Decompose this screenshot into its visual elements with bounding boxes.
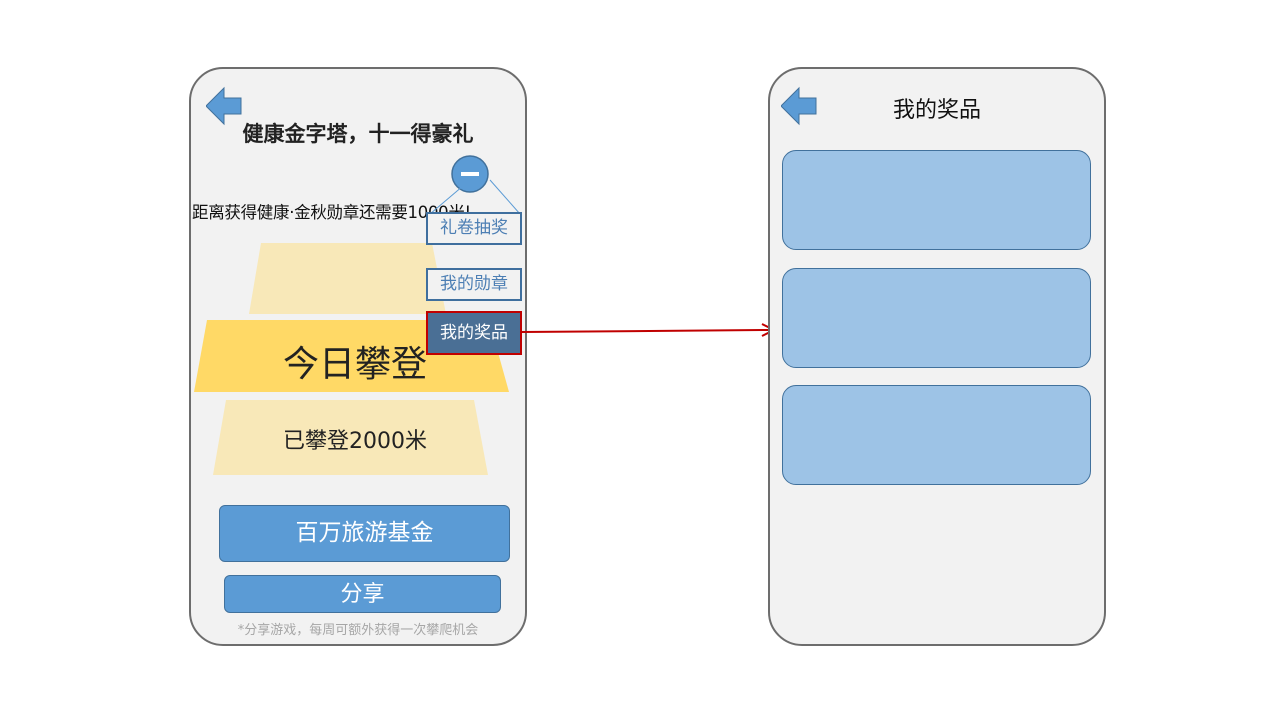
page-title: 健康金字塔，十一得豪礼 [242, 122, 474, 146]
prize-card[interactable] [782, 385, 1091, 485]
prize-card[interactable] [782, 268, 1091, 368]
prize-card[interactable] [782, 150, 1091, 250]
menu-item-my-prizes[interactable]: 我的奖品 [426, 311, 522, 355]
pyramid-top-tier [249, 243, 446, 314]
menu-item-my-medals[interactable]: 我的勋章 [426, 268, 522, 301]
share-button[interactable]: 分享 [224, 575, 501, 613]
share-footnote: *分享游戏，每周可额外获得一次攀爬机会 [237, 623, 479, 638]
travel-fund-button[interactable]: 百万旅游基金 [219, 505, 510, 562]
menu-item-lottery[interactable]: 礼卷抽奖 [426, 212, 522, 245]
page-title: 我的奖品 [892, 98, 981, 123]
climbed-distance-label: 已攀登2000米 [283, 429, 427, 454]
navigation-arrow [521, 323, 777, 337]
